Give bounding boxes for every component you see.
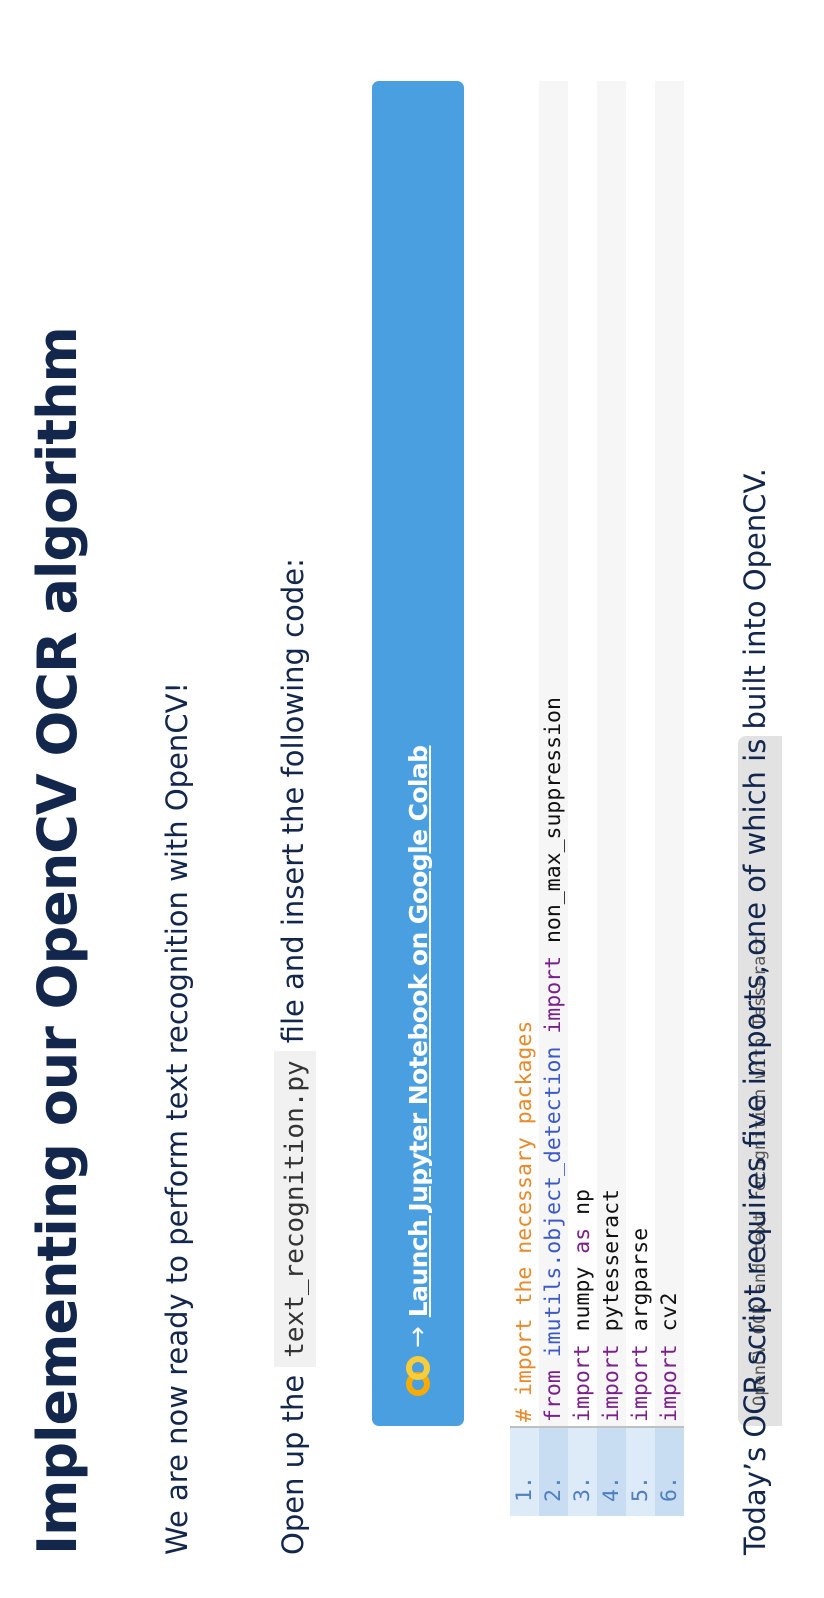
code-token: import	[570, 1344, 595, 1422]
filename-code: text_recognition.py	[274, 1051, 316, 1367]
line-number: 2.	[539, 1426, 568, 1516]
line-number: 1.	[510, 1426, 539, 1516]
instruction-before: Open up the	[276, 1374, 310, 1555]
code-text: import argparse	[626, 81, 655, 1426]
code-token: non_max_suppression	[541, 697, 566, 956]
code-text: # import the necessary packages	[510, 81, 539, 1426]
code-token: pytesseract	[599, 1188, 624, 1345]
code-token: import	[657, 1344, 682, 1422]
code-token: # import the necessary packages	[512, 1020, 537, 1422]
colab-launch-bar[interactable]: → Launch Jupyter Notebook on Google Cola…	[372, 81, 464, 1426]
code-token: from	[541, 1370, 566, 1422]
code-token: as	[570, 1227, 595, 1254]
instruction-after: file and insert the following code:	[276, 558, 310, 1044]
section-heading: Implementing our OpenCV OCR algorithm	[26, 327, 89, 1555]
code-line: 4. import pytesseract	[597, 81, 626, 1516]
code-text: from imutils.object_detection import non…	[539, 81, 568, 1426]
intro-paragraph: We are now ready to perform text recogni…	[160, 681, 194, 1555]
line-number: 3.	[568, 1426, 597, 1516]
code-token: np	[570, 1188, 595, 1228]
code-line: 2. from imutils.object_detection import n…	[539, 81, 568, 1516]
arrow-icon: →	[403, 1326, 433, 1348]
code-token: cv2	[657, 1292, 682, 1345]
closing-paragraph: Today’s OCR script requires five imports…	[738, 468, 772, 1555]
colab-logo-icon	[406, 1356, 430, 1396]
code-text: import cv2	[655, 81, 684, 1426]
code-token: imutils.object_detection	[541, 1046, 566, 1358]
code-line: 3. import numpy as np	[568, 81, 597, 1516]
code-block: 1. # import the necessary packages 2. from …	[510, 81, 684, 1516]
code-line: 6. import cv2	[655, 81, 684, 1516]
code-token: import	[628, 1344, 653, 1422]
code-text: import pytesseract	[597, 81, 626, 1426]
code-token: import	[541, 955, 566, 1034]
instruction-paragraph: Open up the text_recognition.py file and i…	[274, 558, 316, 1555]
code-line: 1. # import the necessary packages	[510, 81, 539, 1516]
article-page: Implementing our OpenCV OCR algorithm We…	[0, 0, 824, 1598]
code-token: import	[599, 1344, 624, 1422]
line-number: 6.	[655, 1426, 684, 1516]
line-number: 4.	[597, 1426, 626, 1516]
launch-colab-link[interactable]: Launch Jupyter Notebook on Google Colab	[404, 746, 433, 1318]
code-token: numpy	[570, 1253, 595, 1345]
code-token: argparse	[628, 1227, 653, 1345]
code-text: import numpy as np	[568, 81, 597, 1426]
line-number: 5.	[626, 1426, 655, 1516]
code-line: 5. import argparse	[626, 81, 655, 1516]
